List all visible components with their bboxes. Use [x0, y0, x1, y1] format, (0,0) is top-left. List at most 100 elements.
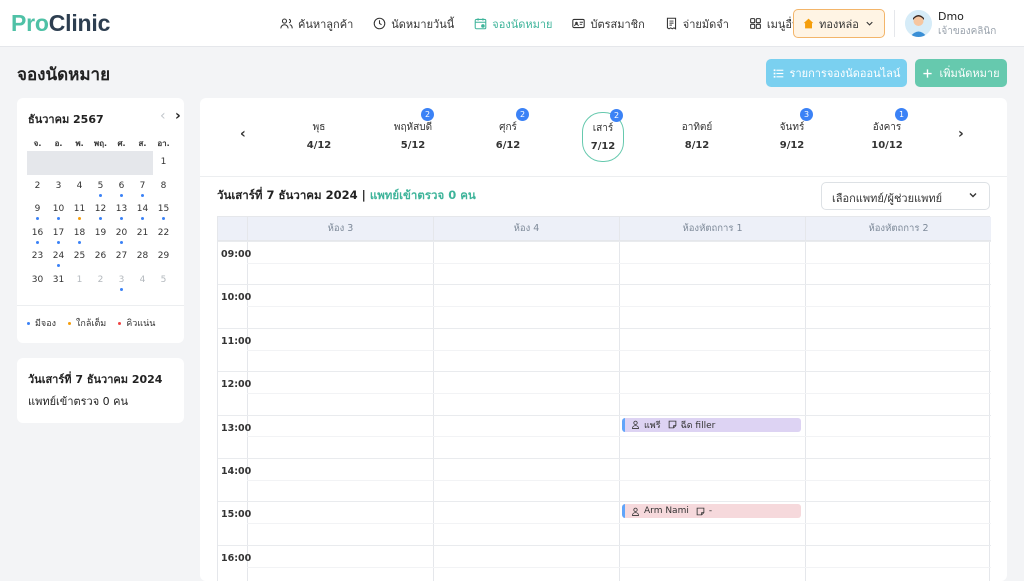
weekday-header: จ.: [33, 139, 42, 148]
calendar-day[interactable]: 29: [153, 245, 174, 269]
calendar-day[interactable]: 28: [132, 245, 153, 269]
half-hour-line: [247, 436, 991, 438]
online-bookings-button[interactable]: รายการจองนัดออนไลน์: [766, 59, 907, 87]
mini-calendar-divider: [17, 305, 184, 306]
calendar-day[interactable]: 2: [90, 269, 111, 293]
week-day-2[interactable]: พฤหัสบดี 5/12 2: [392, 108, 434, 162]
branch-selector[interactable]: ทองหล่อ: [793, 9, 885, 38]
calendar-day[interactable]: 30: [27, 269, 48, 293]
calendar-day[interactable]: 17: [48, 222, 69, 246]
calendar-day[interactable]: 24: [48, 245, 69, 269]
week-day-name: ศุกร์: [499, 122, 517, 133]
main-menu: ค้นหาลูกค้า นัดหมายวันนี้ จองนัดหมาย บัตรสม…: [270, 0, 833, 47]
week-day-7[interactable]: อังคาร 10/12 1: [866, 108, 908, 162]
prev-week-icon[interactable]: ‹: [240, 126, 246, 142]
week-day-6[interactable]: จันทร์ 9/12 3: [771, 108, 813, 162]
user-avatar[interactable]: [905, 10, 932, 37]
booking-dot: [57, 217, 60, 220]
week-day-date: 8/12: [684, 140, 710, 151]
hour-line: [218, 544, 991, 546]
home-icon: [803, 18, 814, 29]
calendar-day[interactable]: 16: [27, 222, 48, 246]
booking-dot: [141, 193, 144, 197]
doctor-select[interactable]: เลือกแพทย์/ผู้ช่วยแพทย์: [821, 182, 990, 210]
appointment-block[interactable]: แพรี ฉีด filler: [622, 417, 801, 432]
room-header-row: ห้อง 3 ห้อง 4 ห้องหัตถการ 1 ห้องหัตถการ 2: [218, 217, 991, 241]
calendar-day[interactable]: 23: [27, 245, 48, 269]
calendar-day[interactable]: 27: [111, 245, 132, 269]
calendar-day[interactable]: 5: [153, 269, 174, 293]
calendar-day[interactable]: 8: [153, 175, 174, 199]
calendar-day-number: 16: [31, 227, 44, 238]
nav-item-5[interactable]: จ่ายมัดจำ: [655, 0, 739, 47]
logo-pro-text: Pro: [11, 10, 49, 36]
person-icon: [631, 420, 640, 429]
calendar-day[interactable]: 7: [132, 175, 153, 199]
calendar-day[interactable]: 3: [48, 175, 69, 199]
calendar-day[interactable]: 11: [69, 198, 90, 222]
column-divider: [619, 217, 620, 581]
calendar-day[interactable]: 19: [90, 222, 111, 246]
calendar-day[interactable]: 10: [48, 198, 69, 222]
calendar-day[interactable]: 3: [111, 269, 132, 293]
calendar-day[interactable]: 26: [90, 245, 111, 269]
legend-dot: [68, 322, 72, 325]
brand-logo[interactable]: ProClinic: [11, 10, 110, 37]
nav-item-label: จ่ายมัดจำ: [682, 17, 729, 31]
calendar-day[interactable]: 4: [69, 175, 90, 199]
column-divider: [433, 217, 434, 581]
appointment-count-badge: 1: [895, 108, 908, 121]
calendar-day[interactable]: 1: [153, 151, 174, 175]
calendar-day[interactable]: 18: [69, 222, 90, 246]
next-week-icon[interactable]: ›: [958, 126, 964, 142]
calendar-day-number: 1: [160, 157, 167, 167]
id-card-icon: [572, 18, 586, 29]
calendar-day[interactable]: 1: [69, 269, 90, 293]
nav-item-2[interactable]: นัดหมายวันนี้: [363, 0, 464, 47]
add-appointment-button[interactable]: เพิ่มนัดหมาย: [915, 59, 1007, 87]
calendar-day[interactable]: 6: [111, 175, 132, 199]
appointment-accent: [622, 417, 625, 432]
week-day-3[interactable]: ศุกร์ 6/12 2: [487, 108, 529, 162]
calendar-day[interactable]: 5: [90, 175, 111, 199]
calendar-day[interactable]: 15: [153, 198, 174, 222]
prev-month-icon[interactable]: ‹: [160, 108, 166, 124]
calendar-day[interactable]: 20: [111, 222, 132, 246]
booking-dot: [36, 240, 39, 244]
calendar-day[interactable]: 31: [48, 269, 69, 293]
calendar-day[interactable]: 13: [111, 198, 132, 222]
appointment-customer: แพรี: [644, 420, 661, 431]
appointment-block[interactable]: Arm Nami -: [622, 504, 801, 519]
half-hour-line: [247, 479, 991, 481]
mini-calendar: ธันวาคม 2567 ‹ › จ. อ. พ. พฤ. ศ. ส. อา. 1 2 3 4 5 6 7…: [17, 98, 184, 343]
time-label: 14:00: [221, 466, 252, 477]
calendar-day[interactable]: 14: [132, 198, 153, 222]
calendar-day[interactable]: 2: [27, 175, 48, 199]
calendar-day[interactable]: 12: [90, 198, 111, 222]
appointment-service: ฉีด filler: [680, 420, 716, 431]
nav-item-4[interactable]: บัตรสมาชิก: [562, 0, 654, 47]
calendar-day[interactable]: 4: [132, 269, 153, 293]
calendar-day[interactable]: 22: [153, 222, 174, 246]
nav-item-1[interactable]: ค้นหาลูกค้า: [270, 0, 363, 47]
user-name[interactable]: Dmo: [938, 10, 964, 23]
calendar-day[interactable]: 9: [27, 198, 48, 222]
calendar-legend: มีจอง ใกล้เต็ม คิวแน่น: [27, 316, 155, 330]
week-day-1[interactable]: พุธ 4/12: [298, 112, 340, 162]
next-month-icon[interactable]: ›: [175, 108, 181, 124]
nav-item-3[interactable]: จองนัดหมาย: [464, 0, 562, 47]
grid-icon: [749, 18, 761, 29]
calendar-day-number: 27: [115, 251, 128, 261]
booking-dot: [78, 217, 81, 220]
calendar-day-number: 21: [136, 227, 149, 238]
calendar-day-number: 20: [115, 227, 128, 238]
logo-clinic-text: Clinic: [48, 10, 111, 36]
booking-dot: [57, 264, 60, 267]
calendar-day[interactable]: 21: [132, 222, 153, 246]
week-day-4[interactable]: เสาร์ 7/12 2: [582, 109, 624, 162]
week-day-5[interactable]: อาทิตย์ 8/12: [676, 112, 718, 162]
calendar-day[interactable]: 25: [69, 245, 90, 269]
calendar-day-number: 5: [160, 274, 167, 285]
weekday-header: พฤ.: [93, 139, 108, 148]
calendar-day-number: 19: [94, 227, 107, 238]
